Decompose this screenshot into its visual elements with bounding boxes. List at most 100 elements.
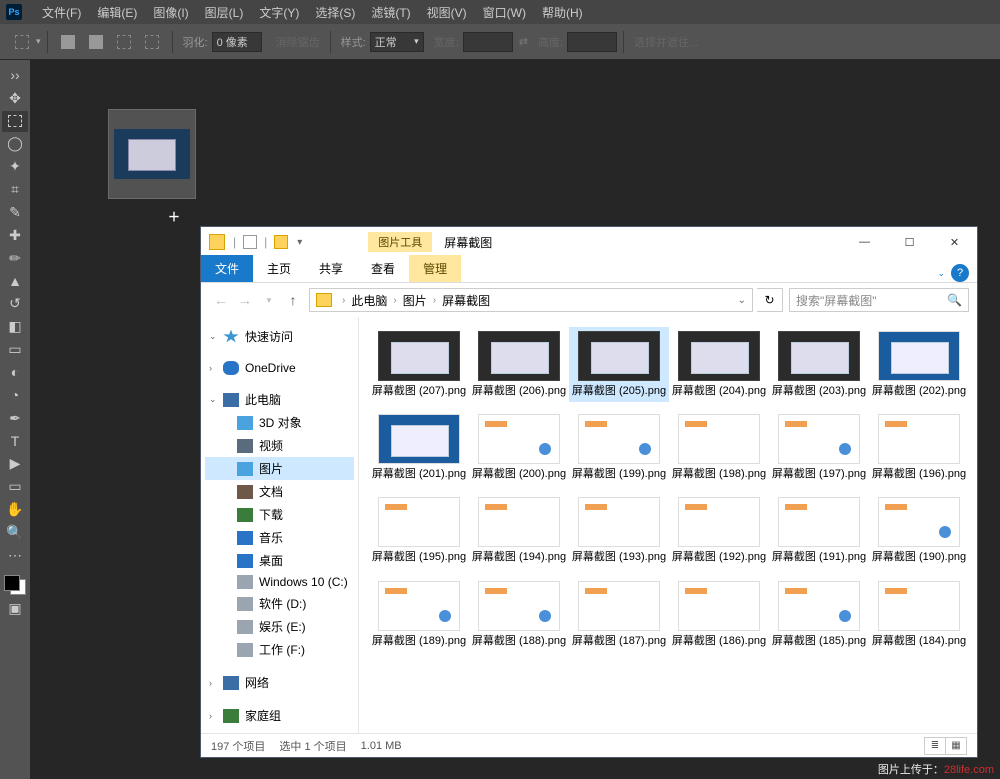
zoom-tool-icon[interactable]: 🔍 [2, 522, 28, 543]
maximize-button[interactable]: ☐ [887, 227, 932, 257]
menu-edit[interactable]: 编辑(E) [89, 4, 145, 21]
file-item[interactable]: 屏幕截图 (188).png [469, 577, 569, 652]
file-item[interactable]: 屏幕截图 (191).png [769, 493, 869, 568]
file-item[interactable]: 屏幕截图 (206).png [469, 327, 569, 402]
type-tool-icon[interactable]: T [2, 431, 28, 452]
tree-homegroup[interactable]: ›家庭组 [205, 704, 354, 727]
file-item[interactable]: 屏幕截图 (198).png [669, 410, 769, 485]
breadcrumb[interactable]: 图片 [401, 292, 429, 309]
tree-videos[interactable]: 视频 [205, 434, 354, 457]
quickmask-tool-icon[interactable]: ▣ [2, 598, 28, 619]
tree-3dobjects[interactable]: 3D 对象 [205, 411, 354, 434]
file-item[interactable]: 屏幕截图 (202).png [869, 327, 969, 402]
file-item[interactable]: 屏幕截图 (195).png [369, 493, 469, 568]
tree-onedrive[interactable]: ›OneDrive [205, 358, 354, 378]
address-dropdown-icon[interactable]: ⌄ [732, 295, 752, 306]
selection-new-icon[interactable] [58, 32, 78, 52]
file-item[interactable]: 屏幕截图 (203).png [769, 327, 869, 402]
selection-add-icon[interactable] [86, 32, 106, 52]
eyedropper-tool-icon[interactable]: ✎ [2, 202, 28, 223]
eraser-tool-icon[interactable]: ◧ [2, 316, 28, 337]
file-item[interactable]: 屏幕截图 (200).png [469, 410, 569, 485]
marquee-tool-icon[interactable] [2, 111, 28, 132]
refresh-button[interactable]: ↻ [757, 288, 783, 312]
lasso-tool-icon[interactable]: ◯ [2, 134, 28, 155]
wand-tool-icon[interactable]: ✦ [2, 156, 28, 177]
chevron-down-icon[interactable]: ▾ [36, 36, 41, 47]
heal-tool-icon[interactable]: ✚ [2, 225, 28, 246]
pen-tool-icon[interactable]: ✒ [2, 408, 28, 429]
file-item[interactable]: 屏幕截图 (205).png [569, 327, 669, 402]
ribbon-tab-home[interactable]: 主页 [253, 255, 305, 282]
breadcrumb[interactable]: 屏幕截图 [440, 292, 492, 309]
file-item[interactable]: 屏幕截图 (185).png [769, 577, 869, 652]
tree-quickaccess[interactable]: ⌄快速访问 [205, 325, 354, 348]
tree-drive-f[interactable]: 工作 (F:) [205, 638, 354, 661]
close-button[interactable]: ✕ [932, 227, 977, 257]
file-item[interactable]: 屏幕截图 (196).png [869, 410, 969, 485]
ribbon-expand-icon[interactable]: ⌄ [937, 268, 945, 279]
ribbon-tab-file[interactable]: 文件 [201, 255, 253, 282]
style-select[interactable]: 正常▾ [370, 32, 424, 52]
menu-filter[interactable]: 滤镜(T) [363, 4, 418, 21]
selection-subtract-icon[interactable] [114, 32, 134, 52]
explorer-titlebar[interactable]: | | ▾ 图片工具 屏幕截图 ― ☐ ✕ [201, 227, 977, 257]
tree-downloads[interactable]: 下载 [205, 503, 354, 526]
nav-up-button[interactable]: ↑ [281, 288, 305, 312]
tree-desktop[interactable]: 桌面 [205, 549, 354, 572]
file-item[interactable]: 屏幕截图 (192).png [669, 493, 769, 568]
file-item[interactable]: 屏幕截图 (194).png [469, 493, 569, 568]
breadcrumb[interactable]: 此电脑 [349, 292, 389, 309]
file-item[interactable]: 屏幕截图 (199).png [569, 410, 669, 485]
dodge-tool-icon[interactable]: ◔ [2, 385, 28, 406]
tree-documents[interactable]: 文档 [205, 480, 354, 503]
search-input[interactable]: 搜索"屏幕截图" 🔍 [789, 288, 969, 312]
file-item[interactable]: 屏幕截图 (204).png [669, 327, 769, 402]
menu-image[interactable]: 图像(I) [145, 4, 196, 21]
color-swatch[interactable] [2, 573, 28, 598]
tree-network[interactable]: ›网络 [205, 671, 354, 694]
stamp-tool-icon[interactable]: ▲ [2, 271, 28, 292]
ribbon-tab-share[interactable]: 共享 [305, 255, 357, 282]
hand-tool-icon[interactable]: ✋ [2, 499, 28, 520]
blur-tool-icon[interactable]: ◐ [2, 362, 28, 383]
file-item[interactable]: 屏幕截图 (197).png [769, 410, 869, 485]
brush-tool-icon[interactable]: ✏ [2, 248, 28, 269]
tree-drive-e[interactable]: 娱乐 (E:) [205, 615, 354, 638]
qat-dropdown-icon[interactable]: ▾ [297, 237, 302, 248]
crop-tool-icon[interactable]: ⌗ [2, 179, 28, 200]
file-item[interactable]: 屏幕截图 (186).png [669, 577, 769, 652]
view-icons-button[interactable]: ▦ [945, 737, 967, 755]
more-tools-icon[interactable]: ⋯ [2, 545, 28, 566]
history-brush-tool-icon[interactable]: ↺ [2, 293, 28, 314]
crumb-sep-icon[interactable]: › [389, 295, 400, 306]
shape-tool-icon[interactable]: ▭ [2, 476, 28, 497]
feather-input[interactable] [212, 32, 262, 52]
selection-intersect-icon[interactable] [142, 32, 162, 52]
canvas-document-thumb[interactable] [108, 109, 196, 199]
nav-forward-button[interactable]: → [233, 288, 257, 312]
ribbon-tab-manage[interactable]: 管理 [409, 255, 461, 282]
tree-music[interactable]: 音乐 [205, 526, 354, 549]
qat-properties-icon[interactable] [243, 235, 257, 249]
menu-layer[interactable]: 图层(L) [197, 4, 252, 21]
file-grid[interactable]: 屏幕截图 (207).png屏幕截图 (206).png屏幕截图 (205).p… [359, 317, 977, 733]
menu-type[interactable]: 文字(Y) [251, 4, 307, 21]
file-item[interactable]: 屏幕截图 (201).png [369, 410, 469, 485]
nav-history-dropdown[interactable]: ▾ [257, 288, 281, 312]
crumb-sep-icon[interactable]: › [429, 295, 440, 306]
foreground-color-icon[interactable] [4, 575, 20, 591]
file-item[interactable]: 屏幕截图 (184).png [869, 577, 969, 652]
menu-window[interactable]: 窗口(W) [475, 4, 534, 21]
file-item[interactable]: 屏幕截图 (193).png [569, 493, 669, 568]
menu-help[interactable]: 帮助(H) [534, 4, 591, 21]
file-item[interactable]: 屏幕截图 (187).png [569, 577, 669, 652]
collapse-toolbar-icon[interactable]: ›› [2, 65, 28, 86]
menu-view[interactable]: 视图(V) [419, 4, 475, 21]
nav-back-button[interactable]: ← [209, 288, 233, 312]
tool-preset-icon[interactable] [12, 32, 32, 52]
file-item[interactable]: 屏幕截图 (189).png [369, 577, 469, 652]
tree-drive-d[interactable]: 软件 (D:) [205, 592, 354, 615]
file-item[interactable]: 屏幕截图 (190).png [869, 493, 969, 568]
file-item[interactable]: 屏幕截图 (207).png [369, 327, 469, 402]
